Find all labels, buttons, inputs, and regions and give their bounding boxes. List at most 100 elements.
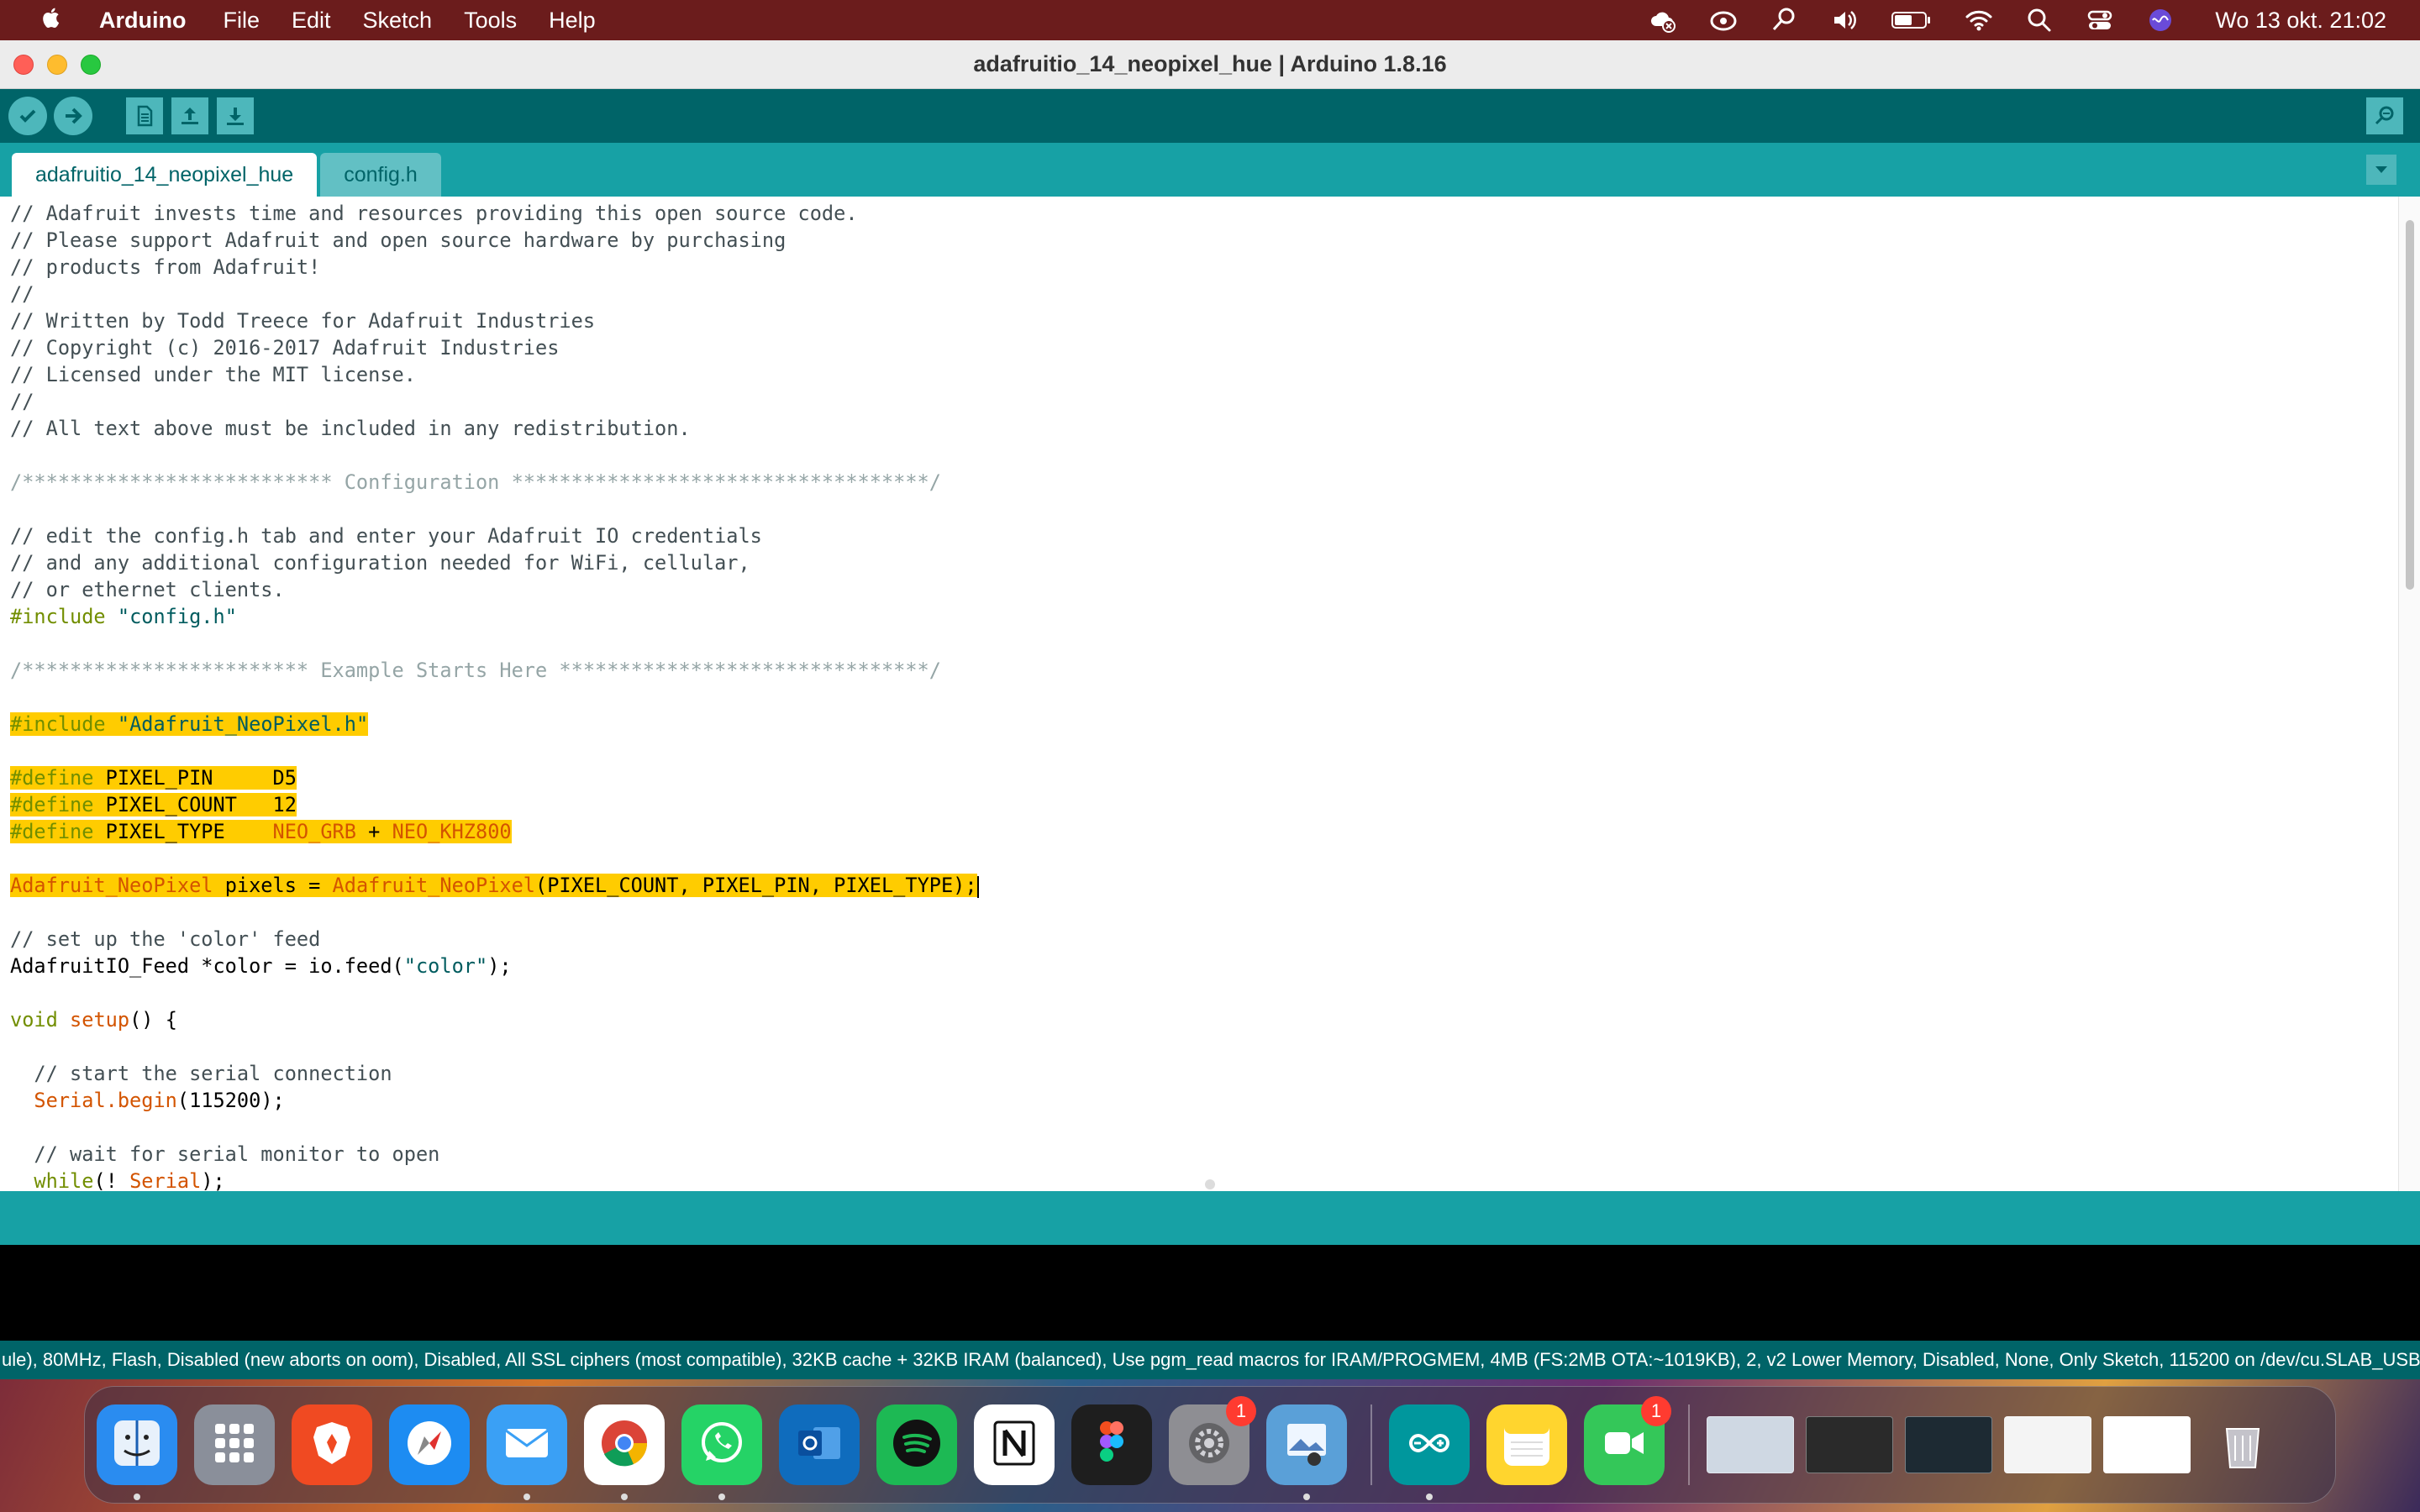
code-line[interactable]: #define PIXEL_PIN D5: [10, 764, 979, 791]
console-output[interactable]: [0, 1245, 2420, 1341]
code-line[interactable]: /************************ Example Starts…: [10, 657, 979, 684]
vertical-scrollbar[interactable]: [2398, 197, 2420, 1191]
code-line[interactable]: // Please support Adafruit and open sour…: [10, 227, 979, 254]
save-sketch-button[interactable]: [217, 97, 254, 134]
code-line[interactable]: // Copyright (c) 2016-2017 Adafruit Indu…: [10, 334, 979, 361]
save-icon: [227, 108, 244, 125]
dock-app-whatsapp[interactable]: [681, 1404, 762, 1500]
code-line[interactable]: [10, 496, 979, 522]
close-window-button[interactable]: [13, 55, 34, 75]
minimize-window-button[interactable]: [47, 55, 67, 75]
code-line[interactable]: [10, 845, 979, 872]
wifi-icon[interactable]: [1965, 6, 1993, 34]
code-line[interactable]: // Licensed under the MIT license.: [10, 361, 979, 388]
new-sketch-button[interactable]: [126, 97, 163, 134]
volume-icon[interactable]: [1830, 6, 1859, 34]
creative-cloud-icon[interactable]: [1709, 6, 1738, 34]
code-line[interactable]: // wait for serial monitor to open: [10, 1141, 979, 1168]
menu-sketch[interactable]: Sketch: [363, 8, 433, 34]
code-line[interactable]: [10, 1114, 979, 1141]
dock-app-figma[interactable]: [1071, 1404, 1152, 1485]
dock-app-safari[interactable]: [389, 1404, 470, 1485]
dock-app-launchpad[interactable]: [194, 1404, 275, 1485]
code-line[interactable]: // start the serial connection: [10, 1060, 979, 1087]
code-line[interactable]: [10, 630, 979, 657]
dock-app-notion[interactable]: [974, 1404, 1055, 1485]
cloud-sync-icon[interactable]: [1649, 6, 1677, 34]
minimized-window-thumbnail[interactable]: [1905, 1416, 1992, 1473]
code-line[interactable]: #define PIXEL_COUNT 12: [10, 791, 979, 818]
dock-app-finder[interactable]: [97, 1404, 177, 1500]
minimized-window-thumbnail[interactable]: [1707, 1416, 1794, 1473]
code-line[interactable]: // All text above must be included in an…: [10, 415, 979, 442]
trash-icon: [2225, 1428, 2260, 1468]
dock-trash[interactable]: [2202, 1404, 2283, 1485]
dock-app-brave[interactable]: [292, 1404, 372, 1485]
open-sketch-button[interactable]: [171, 97, 208, 134]
code-line[interactable]: [10, 899, 979, 926]
window-title: adafruitio_14_neopixel_hue | Arduino 1.8…: [973, 51, 1447, 76]
dock-app-spotify[interactable]: [876, 1404, 957, 1485]
serial-monitor-button[interactable]: [2366, 97, 2403, 134]
scrollbar-thumb[interactable]: [2406, 220, 2414, 590]
dock-app-notes[interactable]: [1486, 1404, 1567, 1485]
spotlight-alt-icon[interactable]: [1770, 6, 1798, 34]
menu-file[interactable]: File: [223, 8, 260, 34]
minimized-window-thumbnail[interactable]: [1806, 1416, 1893, 1473]
code-line[interactable]: [10, 738, 979, 764]
upload-button[interactable]: [54, 97, 92, 135]
code-line[interactable]: // Written by Todd Treece for Adafruit I…: [10, 307, 979, 334]
code-line[interactable]: [10, 979, 979, 1006]
tab-menu-button[interactable]: [2366, 155, 2396, 185]
code-line[interactable]: // set up the 'color' feed: [10, 926, 979, 953]
menu-edit[interactable]: Edit: [292, 8, 331, 34]
code-line[interactable]: #define PIXEL_TYPE NEO_GRB + NEO_KHZ800: [10, 818, 979, 845]
code-line[interactable]: // Adafruit invests time and resources p…: [10, 200, 979, 227]
code-line[interactable]: [10, 684, 979, 711]
notion-icon: [988, 1417, 1040, 1473]
control-center-icon[interactable]: [2086, 6, 2114, 34]
menubar-clock[interactable]: Wo 13 okt. 21:02: [2215, 8, 2386, 34]
code-line[interactable]: // and any additional configuration need…: [10, 549, 979, 576]
board-status-bar: ule), 80MHz, Flash, Disabled (new aborts…: [0, 1341, 2420, 1379]
minimized-window-thumbnail[interactable]: [2004, 1416, 2091, 1473]
search-icon[interactable]: [2025, 6, 2054, 34]
dock-app-outlook[interactable]: [779, 1404, 860, 1485]
battery-icon[interactable]: [1891, 6, 1933, 34]
dock-app-preview[interactable]: [1266, 1404, 1347, 1500]
code-editor[interactable]: // Adafruit invests time and resources p…: [0, 197, 2420, 1191]
dock-app-arduino[interactable]: [1389, 1404, 1470, 1500]
code-line[interactable]: void setup() {: [10, 1006, 979, 1033]
tab-main-sketch[interactable]: adafruitio_14_neopixel_hue: [12, 153, 318, 197]
code-line[interactable]: AdafruitIO_Feed *color = io.feed("color"…: [10, 953, 979, 979]
code-line[interactable]: #include "Adafruit_NeoPixel.h": [10, 711, 979, 738]
dock-app-facetime[interactable]: 1: [1584, 1396, 1671, 1485]
code-line[interactable]: Serial.begin(115200);: [10, 1087, 979, 1114]
code-line[interactable]: //: [10, 388, 979, 415]
tab-config-h[interactable]: config.h: [320, 153, 441, 197]
code-line[interactable]: /************************** Configuratio…: [10, 469, 979, 496]
code-line[interactable]: [10, 442, 979, 469]
code-line[interactable]: while(! Serial);: [10, 1168, 979, 1191]
menu-help[interactable]: Help: [549, 8, 596, 34]
verify-button[interactable]: [8, 97, 47, 135]
minimized-window-thumbnail[interactable]: [2103, 1416, 2191, 1473]
maximize-window-button[interactable]: [81, 55, 101, 75]
menu-tools[interactable]: Tools: [464, 8, 517, 34]
code-line[interactable]: [10, 1033, 979, 1060]
dock-app-mail[interactable]: [487, 1404, 567, 1500]
code-line[interactable]: // products from Adafruit!: [10, 254, 979, 281]
code-line[interactable]: #include "config.h": [10, 603, 979, 630]
code-line[interactable]: // edit the config.h tab and enter your …: [10, 522, 979, 549]
apple-icon[interactable]: [35, 6, 69, 35]
notification-badge: 1: [1226, 1396, 1256, 1426]
code-line[interactable]: // or ethernet clients.: [10, 576, 979, 603]
code-text[interactable]: // Adafruit invests time and resources p…: [10, 200, 979, 1191]
dock-app-system-preferences[interactable]: 1: [1169, 1396, 1256, 1485]
code-line[interactable]: Adafruit_NeoPixel pixels = Adafruit_NeoP…: [10, 872, 979, 899]
menu-app-arduino[interactable]: Arduino: [99, 8, 186, 34]
siri-icon[interactable]: [2146, 6, 2175, 34]
code-line[interactable]: //: [10, 281, 979, 307]
dock-app-chrome[interactable]: [584, 1404, 665, 1500]
editor-resize-handle[interactable]: [1205, 1179, 1215, 1189]
